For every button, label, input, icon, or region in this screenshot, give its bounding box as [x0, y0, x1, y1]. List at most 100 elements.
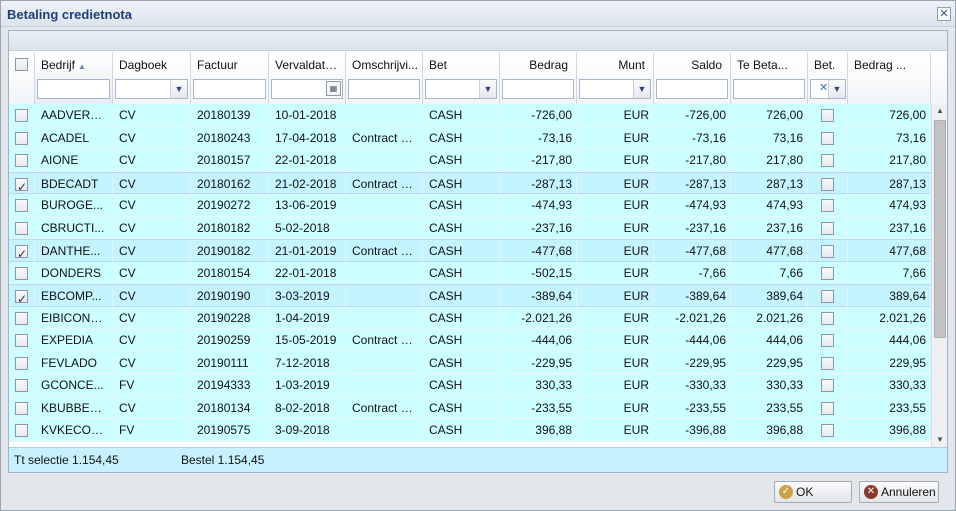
row-select-checkbox[interactable] — [15, 424, 28, 438]
table-row[interactable]: CBRUCTI... CV 20180182 5-02-2018 CASH -237,16… — [9, 216, 931, 239]
cell-saldo: -2.021,26 — [654, 306, 731, 329]
clear-filter-icon[interactable]: ✕ — [819, 81, 828, 94]
header-te-betalen[interactable]: Te Beta... — [731, 52, 808, 104]
filter-bet-select[interactable]: ▼ — [425, 79, 497, 99]
row-select-checkbox[interactable] — [15, 154, 28, 168]
table-row[interactable]: BUROGE... CV 20190272 13-06-2019 CASH -474,93… — [9, 194, 931, 217]
cell-bedrag: -73,16 — [500, 126, 577, 149]
row-bet-checkbox[interactable] — [821, 154, 834, 168]
select-all-checkbox[interactable] — [15, 58, 28, 71]
filter-saldo-input[interactable] — [656, 79, 728, 99]
table-row[interactable]: AIONE CV 20180157 22-01-2018 CASH -217,80 EUR -… — [9, 149, 931, 172]
row-select-checkbox[interactable] — [15, 199, 28, 213]
row-bet-checkbox[interactable] — [821, 424, 834, 438]
filter-bedrijf-input[interactable] — [37, 79, 110, 99]
scrollbar-thumb[interactable] — [934, 120, 946, 338]
ok-button[interactable]: ✓ OK — [774, 481, 852, 503]
row-bet-checkbox[interactable] — [821, 131, 834, 145]
row-bet-checkbox[interactable] — [821, 221, 834, 235]
cell-vervaldatum: 13-06-2019 — [269, 194, 346, 216]
row-select-checkbox[interactable] — [15, 109, 28, 123]
filter-vervaldatum-input[interactable]: ▦ — [271, 79, 343, 99]
header-munt[interactable]: Munt ▼ — [577, 52, 654, 104]
table-row[interactable]: ACADEL CV 20180243 17-04-2018 Contract 3... C… — [9, 126, 931, 149]
row-bet-checkbox[interactable] — [821, 401, 834, 415]
dialog-title: Betaling credietnota — [7, 7, 132, 22]
header-bedrag[interactable]: Bedrag — [500, 52, 577, 104]
row-bet-checkbox-cell — [808, 306, 848, 329]
filter-dagboek-select[interactable]: ▼ — [115, 79, 188, 99]
row-bet-checkbox[interactable] — [821, 290, 834, 304]
header-bedrijf[interactable]: Bedrijf ▲ — [35, 52, 113, 104]
close-icon[interactable]: ✕ — [937, 7, 951, 21]
filter-munt-select[interactable]: ▼ — [579, 79, 651, 99]
scroll-down-icon[interactable]: ▼ — [932, 433, 948, 447]
table-row[interactable]: BDECADTCV2018016221-02-2018Contract 1...… — [9, 171, 931, 195]
table-row[interactable]: EIBICONT... CV 20190228 1-04-2019 CASH -2.021… — [9, 306, 931, 329]
row-select-checkbox[interactable] — [15, 243, 28, 262]
cell-bedrag2: 7,66 — [848, 261, 931, 284]
row-select-checkbox[interactable] — [15, 356, 28, 370]
cell-te-betalen: 7,66 — [731, 261, 808, 284]
header-saldo[interactable]: Saldo — [654, 52, 731, 104]
chevron-down-icon[interactable]: ▼ — [633, 80, 650, 98]
filter-bet2-select[interactable]: ✕ ▼ — [810, 79, 846, 99]
row-select-checkbox[interactable] — [15, 401, 28, 415]
table-row[interactable]: KVKECOSO FV 20190575 3-09-2018 CASH 396,88 EUR… — [9, 419, 931, 442]
header-dagboek[interactable]: Dagboek ▼ — [113, 52, 191, 104]
row-select-checkbox[interactable] — [15, 266, 28, 280]
cell-factuur: 20194333 — [191, 374, 269, 396]
row-select-checkbox[interactable] — [15, 176, 28, 195]
chevron-down-icon[interactable]: ▼ — [828, 80, 845, 98]
row-bet-checkbox[interactable] — [821, 177, 834, 191]
header-bedrag2[interactable]: Bedrag ... — [848, 52, 931, 104]
row-bet-checkbox[interactable] — [821, 109, 834, 123]
row-select-checkbox[interactable] — [15, 221, 28, 235]
filter-bedrag-input[interactable] — [502, 79, 574, 99]
table-row[interactable]: AADVERT... CV 20180139 10-01-2018 CASH -726,0… — [9, 104, 931, 127]
filter-te-betalen-input[interactable] — [733, 79, 805, 99]
header-te-betalen-label: Te Beta... — [737, 58, 788, 72]
table-row[interactable]: EBCOMP...CV201901903-03-2019CASH-389,64E… — [9, 284, 931, 307]
row-bet-checkbox[interactable] — [821, 199, 834, 213]
cell-vervaldatum: 8-02-2018 — [269, 396, 346, 419]
table-row[interactable]: EXPEDIA CV 20190259 15-05-2019 Contract 3...… — [9, 329, 931, 352]
row-bet-checkbox[interactable] — [821, 379, 834, 393]
row-bet-checkbox[interactable] — [821, 311, 834, 325]
table-row[interactable]: KBUBBEL... CV 20180134 8-02-2018 Contract 3.… — [9, 396, 931, 419]
row-bet-checkbox[interactable] — [821, 356, 834, 370]
row-bet-checkbox[interactable] — [821, 334, 834, 348]
chevron-down-icon[interactable]: ▼ — [170, 80, 187, 98]
header-factuur-label: Factuur — [197, 58, 238, 72]
vertical-scrollbar[interactable]: ▲ ▼ — [931, 104, 947, 447]
row-bet-checkbox[interactable] — [821, 266, 834, 280]
header-omschrijving[interactable]: Omschrijvi... — [346, 52, 423, 104]
row-bet-checkbox[interactable] — [821, 245, 834, 259]
table-row[interactable]: FEVLADO CV 20190111 7-12-2018 CASH -229,95 EUR… — [9, 351, 931, 374]
header-bet[interactable]: Bet ▼ — [423, 52, 500, 104]
cancel-button[interactable]: ✕ Annuleren — [859, 481, 939, 503]
filter-factuur-input[interactable] — [193, 79, 266, 99]
table-row[interactable]: DONDERS CV 20180154 22-01-2018 CASH -502,15 EU… — [9, 261, 931, 284]
row-select-checkbox[interactable] — [15, 131, 28, 145]
cell-bedrijf: FEVLADO — [35, 351, 113, 374]
row-select-checkbox[interactable] — [15, 334, 28, 348]
table-row[interactable]: DANTHE...CV2019018221-01-2019Contract 3.… — [9, 239, 931, 262]
header-factuur[interactable]: Factuur — [191, 52, 269, 104]
scroll-up-icon[interactable]: ▲ — [932, 104, 948, 118]
row-select-checkbox[interactable] — [15, 379, 28, 393]
chevron-down-icon[interactable]: ▼ — [479, 80, 496, 98]
cell-saldo: -330,33 — [654, 374, 731, 396]
header-bet2[interactable]: Bet. ✕ ▼ — [808, 52, 848, 104]
row-select-checkbox[interactable] — [15, 288, 28, 307]
row-select-cell — [9, 351, 35, 374]
header-vervaldatum[interactable]: Vervaldatum ▦ — [269, 52, 346, 104]
row-select-cell — [9, 149, 35, 171]
cell-bedrag: -287,13 — [500, 172, 577, 195]
selection-total: Tt selectie 1.154,45 — [14, 453, 119, 467]
row-bet-checkbox-cell — [808, 149, 848, 171]
table-row[interactable]: GCONCE... FV 20194333 1-03-2019 CASH 330,33 EU… — [9, 374, 931, 397]
calendar-icon[interactable]: ▦ — [326, 81, 341, 96]
filter-omschrijving-input[interactable] — [348, 79, 420, 99]
row-select-checkbox[interactable] — [15, 311, 28, 325]
